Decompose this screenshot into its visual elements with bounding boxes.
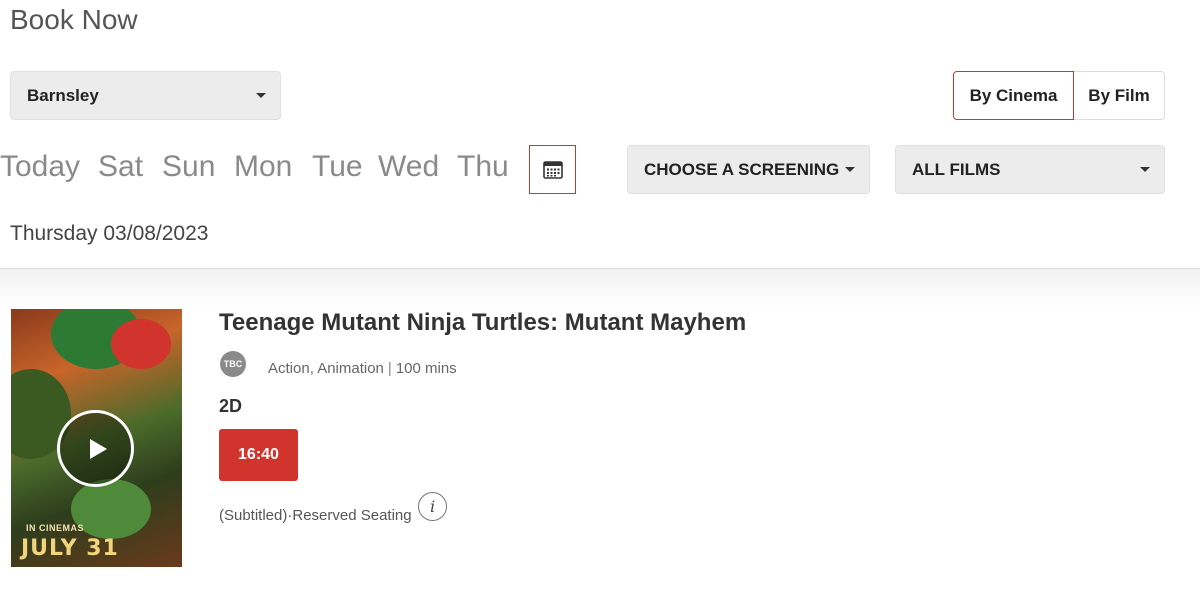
poster-tagline-small: IN CINEMAS — [26, 523, 85, 533]
rating-badge: TBC — [220, 351, 246, 377]
page-title: Book Now — [10, 4, 138, 35]
view-toggle: By Cinema By Film — [953, 71, 1165, 120]
film-title[interactable]: Teenage Mutant Ninja Turtles: Mutant May… — [219, 309, 746, 337]
info-icon[interactable]: i — [418, 492, 447, 521]
calendar-icon — [542, 160, 563, 179]
films-select[interactable]: ALL FILMS — [895, 145, 1165, 194]
day-tab-wed[interactable]: Wed — [378, 150, 439, 184]
divider — [0, 268, 1200, 308]
by-film-button[interactable]: By Film — [1074, 71, 1165, 120]
play-trailer-button[interactable] — [57, 410, 134, 487]
caret-down-icon — [1140, 167, 1150, 172]
meta-separator: | — [387, 360, 392, 377]
caret-down-icon — [256, 93, 266, 98]
caret-down-icon — [845, 167, 855, 172]
play-icon — [89, 438, 107, 459]
screening-note: (Subtitled)·Reserved Seating — [219, 507, 412, 524]
poster-tagline-big: JULY 31 — [21, 536, 119, 561]
day-tab-today[interactable]: Today — [0, 150, 80, 184]
day-tab-thu[interactable]: Thu — [457, 150, 509, 184]
day-tab-sun[interactable]: Sun — [162, 150, 215, 184]
showtime-button[interactable]: 16:40 — [219, 429, 298, 481]
film-meta: Action, Animation | 100 mins — [268, 360, 457, 377]
day-tab-sat[interactable]: Sat — [98, 150, 143, 184]
location-select-value: Barnsley — [27, 85, 99, 105]
screening-select[interactable]: CHOOSE A SCREENING — [627, 145, 870, 194]
screening-select-value: CHOOSE A SCREENING — [644, 159, 840, 179]
day-tab-mon[interactable]: Mon — [234, 150, 292, 184]
selected-date: Thursday 03/08/2023 — [10, 222, 209, 245]
by-cinema-button[interactable]: By Cinema — [953, 71, 1074, 120]
calendar-button[interactable] — [529, 145, 576, 194]
day-tab-tue[interactable]: Tue — [312, 150, 363, 184]
film-duration: 100 mins — [395, 360, 457, 377]
film-genres: Action, Animation — [268, 360, 384, 377]
format-label: 2D — [219, 396, 243, 416]
films-select-value: ALL FILMS — [912, 159, 1001, 179]
location-select[interactable]: Barnsley — [10, 71, 281, 120]
